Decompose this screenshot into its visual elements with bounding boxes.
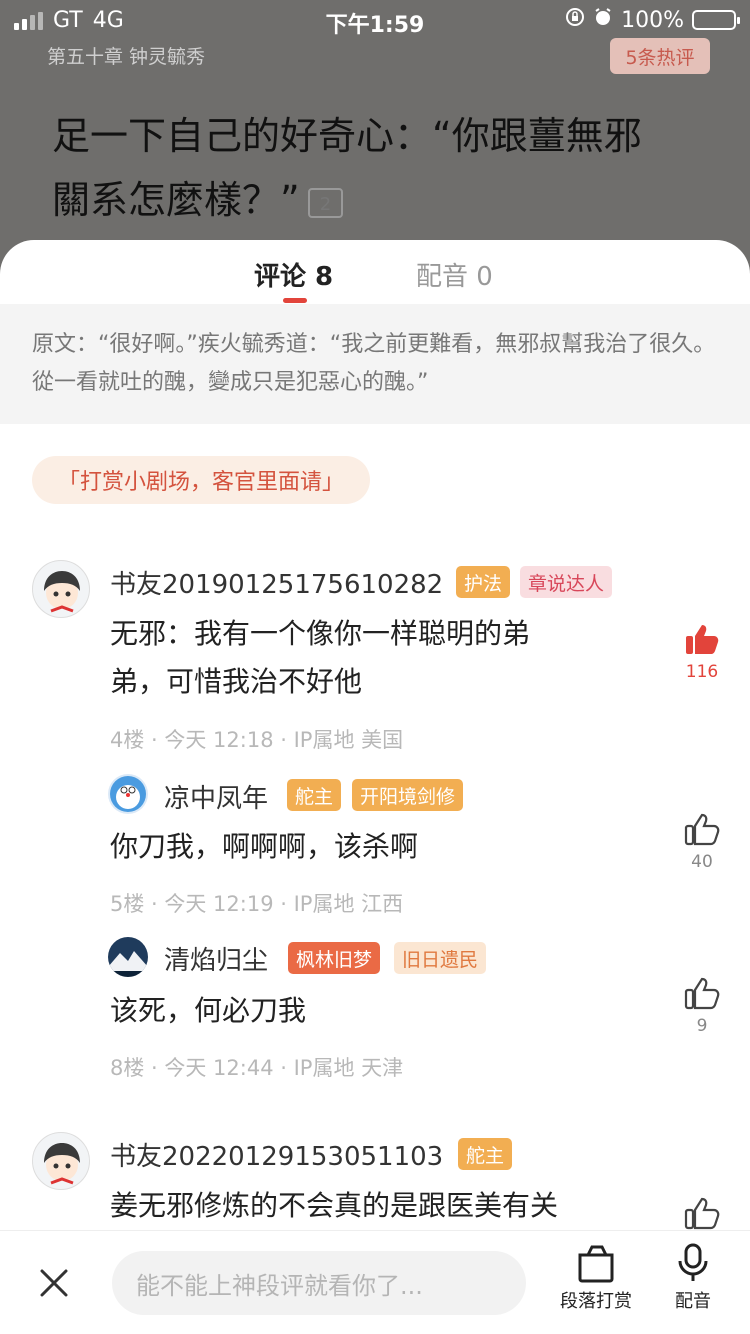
dub-button[interactable]: 配音 — [653, 1243, 733, 1313]
status-bar: GT 4G 下午1:59 100% — [0, 0, 750, 40]
like-button[interactable]: 40 — [677, 812, 727, 872]
paragraph-line: 足一下自己的好奇心：“你跟薑無邪 — [52, 114, 642, 158]
like-button[interactable]: 9 — [677, 976, 727, 1036]
orientation-lock-icon — [565, 7, 585, 33]
user-badge: 舵主 — [458, 1138, 513, 1170]
avatar[interactable] — [32, 560, 90, 618]
battery-percent: 100% — [621, 7, 684, 33]
thumbs-up-icon — [684, 813, 720, 846]
original-text-quote: 原文：“很好啊。”疾火毓秀道：“我之前更難看，無邪叔幫我治了很久。從一看就吐的醜… — [0, 304, 750, 424]
like-count: 116 — [685, 662, 719, 682]
comment-meta: 5楼 · 今天 12:19 · IP属地 江西 — [110, 892, 404, 916]
user-badge: 舵主 — [287, 779, 342, 811]
gift-bag-icon — [578, 1245, 614, 1283]
user-badge: 旧日遗民 — [394, 942, 487, 974]
comment-line: 无邪：我有一个像你一样聪明的弟 — [110, 617, 531, 650]
reward-theater-button[interactable]: 「打赏小剧场，客官里面请」 — [32, 456, 371, 504]
battery-icon — [692, 10, 740, 30]
hot-comments-badge[interactable]: 5条热评 — [610, 38, 710, 74]
comment-text[interactable]: 你刀我，啊啊啊，该杀啊 — [110, 823, 418, 871]
comment-line: 弟，可惜我治不好他 — [110, 665, 363, 698]
comment-input[interactable]: 能不能上神段评就看你了... — [112, 1251, 526, 1315]
paragraph-text: 足一下自己的好奇心：“你跟薑無邪 關系怎麼樣？” 2 — [52, 104, 702, 232]
microphone-icon — [678, 1243, 708, 1281]
thumbs-up-icon — [684, 977, 720, 1010]
comment-text[interactable]: 该死，何必刀我 — [110, 987, 306, 1035]
comment-username[interactable]: 书友20220129153051103 — [110, 1136, 443, 1173]
alarm-icon — [593, 7, 613, 33]
user-badge: 章说达人 — [520, 566, 613, 598]
comment-meta: 8楼 · 今天 12:44 · IP属地 天津 — [110, 1056, 404, 1080]
close-icon — [40, 1269, 68, 1297]
comment-username[interactable]: 凉中凤年 — [164, 778, 268, 815]
thumbs-up-icon — [684, 1197, 720, 1230]
tab-comments[interactable]: 评论 8 — [254, 256, 333, 293]
chapter-title: 第五十章 钟灵毓秀 — [47, 46, 206, 68]
comment-input-bar: 能不能上神段评就看你了... 段落打赏 配音 — [0, 1230, 750, 1334]
like-count: 9 — [696, 1016, 708, 1036]
tab-bar: 评论 8 配音 0 — [0, 240, 750, 304]
comment-meta: 4楼 · 今天 12:18 · IP属地 美国 — [110, 728, 404, 752]
user-badge: 护法 — [456, 566, 511, 598]
paragraph-reward-label: 段落打赏 — [560, 1291, 632, 1312]
tab-dubbing[interactable]: 配音 0 — [416, 256, 493, 293]
comment-sheet: 评论 8 配音 0 原文：“很好啊。”疾火毓秀道：“我之前更難看，無邪叔幫我治了… — [0, 240, 750, 1334]
comment-username[interactable]: 书友20190125175610282 — [110, 564, 443, 601]
avatar[interactable] — [108, 937, 148, 977]
like-count: 40 — [691, 852, 713, 872]
user-badge: 枫林旧梦 — [288, 942, 381, 974]
comment-text[interactable]: 无邪：我有一个像你一样聪明的弟 弟，可惜我治不好他 — [110, 610, 670, 706]
paragraph-reward-button[interactable]: 段落打赏 — [556, 1243, 636, 1313]
avatar[interactable] — [32, 1132, 90, 1190]
user-badge: 开阳境剑修 — [352, 779, 464, 811]
paragraph-line-text: 關系怎麼樣？” — [52, 178, 300, 222]
avatar[interactable] — [108, 774, 148, 814]
active-tab-indicator — [283, 298, 307, 303]
dub-label: 配音 — [675, 1291, 711, 1312]
like-button[interactable]: 116 — [677, 622, 727, 682]
thumbs-up-filled-icon — [686, 625, 719, 654]
close-button[interactable] — [36, 1265, 72, 1301]
comment-text[interactable]: 姜无邪修炼的不会真的是跟医美有关 — [110, 1182, 558, 1230]
like-button[interactable] — [677, 1196, 727, 1234]
paragraph-line: 關系怎麼樣？” 2 — [52, 168, 702, 232]
paragraph-comment-count[interactable]: 2 — [307, 187, 344, 218]
comment-username[interactable]: 清焰归尘 — [164, 940, 268, 977]
